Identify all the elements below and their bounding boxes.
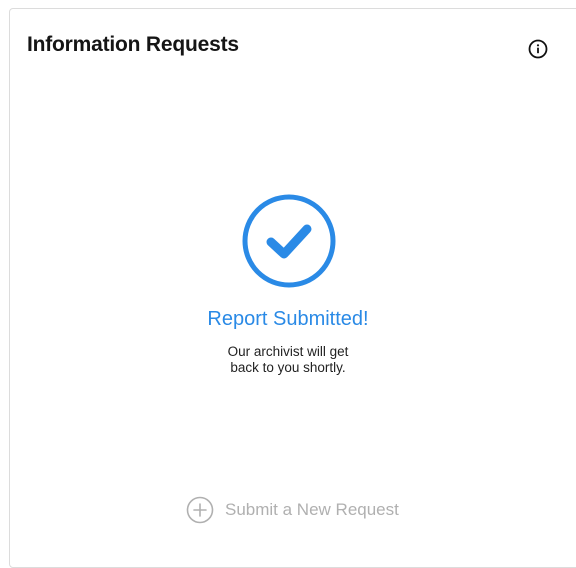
status-message: Our archivist will get back to you short… [227, 344, 349, 375]
info-icon[interactable] [528, 39, 548, 59]
submit-new-request-label: Submit a New Request [225, 500, 399, 519]
panel-title: Information Requests [27, 33, 239, 56]
submit-new-request-button[interactable]: Submit a New Request [186, 496, 399, 524]
status-title: Report Submitted! [207, 308, 369, 330]
check-circle-icon [241, 193, 337, 289]
plus-circle-icon [186, 496, 214, 524]
